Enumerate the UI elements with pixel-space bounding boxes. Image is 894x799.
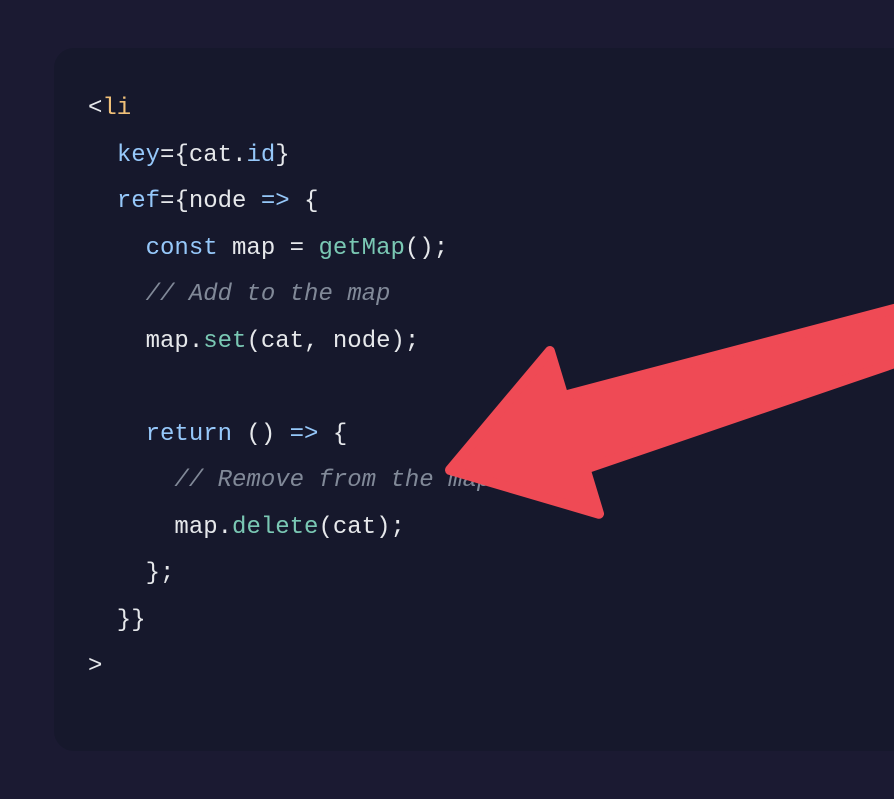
code-token: = [160,142,174,169]
code-token: node [333,328,391,355]
code-token: // Add to the map [146,281,391,308]
code-token: // Remove from the map [174,467,491,494]
code-token: }; [88,560,174,587]
code-token: li [102,95,131,122]
code-token: { [290,188,319,215]
code-token: ); [376,514,405,541]
code-token [218,235,232,262]
code-token [88,328,146,355]
code-token [88,235,146,262]
code-token: (); [405,235,448,262]
code-token: ( [318,514,332,541]
code-token [88,421,146,448]
code-token: map [174,514,217,541]
code-token: cat [261,328,304,355]
code-token: set [203,328,246,355]
code-token: ( [246,328,260,355]
code-token: } [275,142,289,169]
code-token: > [88,653,102,680]
code-token: < [88,95,102,122]
code-token [246,188,260,215]
code-block: <li key={cat.id} ref={node => { const ma… [88,86,860,691]
code-token: key [117,142,160,169]
code-token: return [146,421,232,448]
code-token: . [232,142,246,169]
code-token: map [232,235,275,262]
code-token: delete [232,514,318,541]
code-token: getMap [318,235,404,262]
code-token: cat [333,514,376,541]
code-token: = [160,188,174,215]
code-token [88,188,117,215]
code-token [88,514,174,541]
code-token: . [218,514,232,541]
code-token: . [189,328,203,355]
code-token: map [146,328,189,355]
code-token [88,281,146,308]
code-token [88,467,174,494]
code-token: id [246,142,275,169]
code-token: { [174,142,188,169]
code-token: { [174,188,188,215]
code-token: () [232,421,290,448]
code-token [88,142,117,169]
code-token: = [275,235,318,262]
code-token: cat [189,142,232,169]
code-token: { [318,421,347,448]
code-token: => [261,188,290,215]
code-token: , [304,328,333,355]
code-token: ref [117,188,160,215]
code-token: => [290,421,319,448]
code-token: ); [391,328,420,355]
code-token: node [189,188,247,215]
code-token: const [146,235,218,262]
code-token: }} [88,607,146,634]
code-panel: <li key={cat.id} ref={node => { const ma… [54,48,894,751]
